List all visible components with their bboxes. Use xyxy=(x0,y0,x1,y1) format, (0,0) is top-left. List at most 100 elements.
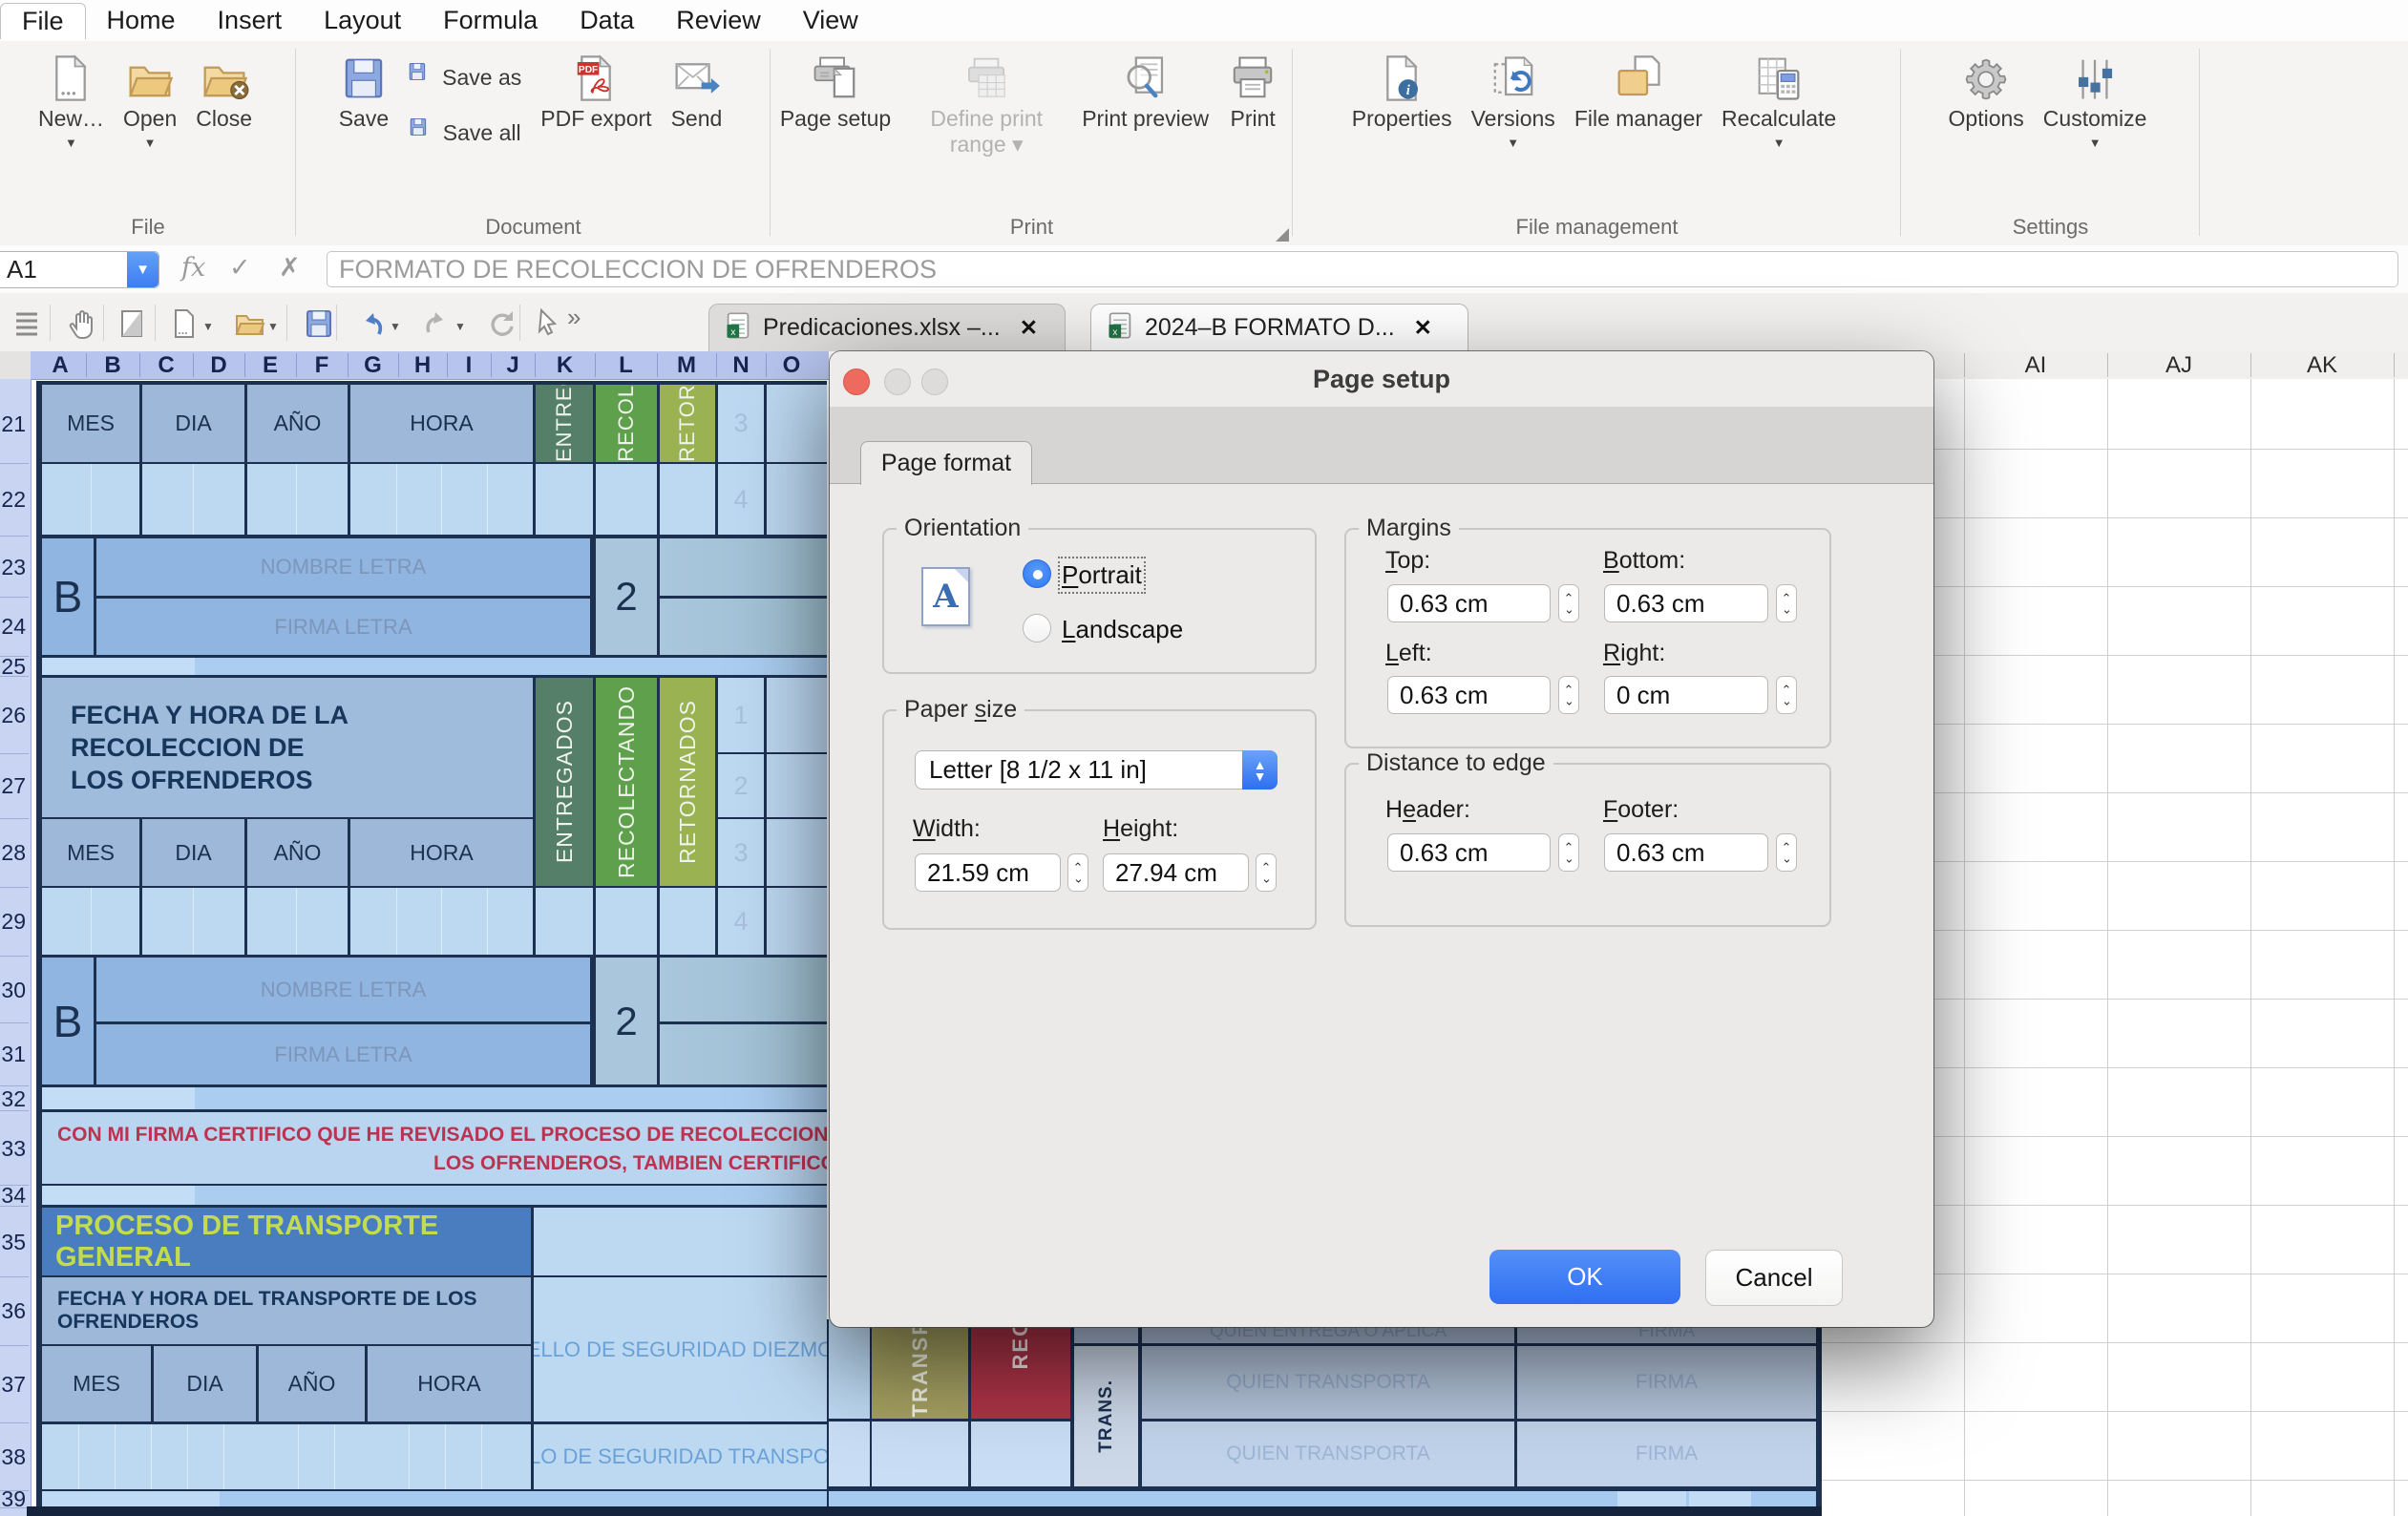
fx-icon[interactable]: fx xyxy=(181,253,205,283)
ribbon-button-file-manager[interactable]: File manager xyxy=(1567,47,1710,136)
empty-cell[interactable] xyxy=(767,819,827,886)
cancel-entry-icon[interactable]: ✗ xyxy=(279,253,301,283)
label-b-cell[interactable]: B xyxy=(42,958,94,1084)
ribbon-button-new-[interactable]: New…▼ xyxy=(31,47,112,154)
empty-cell[interactable] xyxy=(536,464,593,535)
spacer-row[interactable] xyxy=(42,1491,220,1506)
ribbon-button-versions[interactable]: Versions▼ xyxy=(1464,47,1563,154)
header-cell-AÑO[interactable]: AÑO xyxy=(259,1346,365,1421)
height-input[interactable]: 27.94 cm xyxy=(1103,853,1249,892)
menu-item-review[interactable]: Review xyxy=(655,3,782,39)
header-cell-MES[interactable]: MES xyxy=(42,385,139,462)
empty-cell[interactable] xyxy=(971,1421,1070,1486)
header-cell-AÑO[interactable]: AÑO xyxy=(247,385,348,462)
certification-text-cell[interactable]: CON MI FIRMA CERTIFICO QUE HE REVISADO E… xyxy=(42,1112,827,1184)
signature-right-cell[interactable] xyxy=(660,958,827,1084)
tab-page-format[interactable]: Page format xyxy=(860,441,1032,485)
header-cell-DIA[interactable]: DIA xyxy=(142,385,244,462)
empty-cell[interactable] xyxy=(534,1208,827,1275)
empty-cell[interactable] xyxy=(247,888,348,955)
cell-reference-box[interactable]: A1 ▼ xyxy=(0,251,159,288)
header-distance-stepper[interactable]: ⌃⌃ xyxy=(1558,833,1579,872)
rotated-header-recolectando[interactable]: RECOLECTANDO xyxy=(596,385,657,462)
fecha-transporte-cell[interactable]: FECHA Y HORA DEL TRANSPORTE DE LOS OFREN… xyxy=(42,1277,531,1344)
footer-distance-stepper[interactable]: ⌃⌃ xyxy=(1776,833,1797,872)
print-dialog-launcher-icon[interactable] xyxy=(1276,228,1289,242)
margin-bottom-stepper[interactable]: ⌃⌃ xyxy=(1776,584,1797,622)
dropdown-arrow-icon[interactable]: ▼ xyxy=(202,320,214,333)
menu-item-layout[interactable]: Layout xyxy=(303,3,422,39)
ribbon-button-save[interactable]: Save xyxy=(331,47,396,136)
formula-input[interactable]: FORMATO DE RECOLECCION DE OFRENDEROS xyxy=(327,251,2398,287)
ribbon-button-save-as[interactable]: Save as xyxy=(408,62,521,93)
empty-cell[interactable] xyxy=(767,678,827,752)
portrait-radio-label[interactable]: Portrait xyxy=(1062,560,1142,590)
empty-cell[interactable] xyxy=(829,1421,870,1486)
header-cell-HORA[interactable]: HORA xyxy=(368,1346,531,1421)
label-b-cell[interactable]: B xyxy=(42,538,94,655)
cell-reference-dropdown[interactable]: ▼ xyxy=(127,252,158,287)
paper-size-select[interactable]: Letter [8 1/2 x 11 in] ▲▼ xyxy=(915,750,1278,790)
number-2-cell[interactable]: 2 xyxy=(596,958,657,1084)
ribbon-button-recalculate[interactable]: Recalculate▼ xyxy=(1714,47,1844,154)
rotated-header-recolectando[interactable]: RECOLECTANDO xyxy=(596,678,657,886)
menu-item-file[interactable]: File xyxy=(0,3,86,39)
trans-label-cell[interactable]: TRANS. xyxy=(1074,1346,1138,1486)
number-2-cell[interactable]: 2 xyxy=(596,538,657,655)
dropdown-arrow-icon[interactable]: ▼ xyxy=(390,320,401,333)
empty-cell[interactable] xyxy=(596,464,657,535)
nombre-firma-cell[interactable]: NOMBRE LETRAFIRMA LETRA xyxy=(96,538,590,655)
save-floppy-icon[interactable] xyxy=(302,306,336,341)
width-input[interactable]: 21.59 cm xyxy=(915,853,1061,892)
pan-hand-icon[interactable] xyxy=(63,306,97,341)
empty-cell[interactable] xyxy=(596,888,657,955)
header-cell-HORA[interactable]: HORA xyxy=(350,819,533,886)
margin-right-stepper[interactable]: ⌃⌃ xyxy=(1776,676,1797,714)
header-cell-DIA[interactable]: DIA xyxy=(142,819,244,886)
nombre-firma-cell[interactable]: NOMBRE LETRAFIRMA LETRA xyxy=(96,958,590,1084)
number-cell[interactable]: 4 xyxy=(718,464,764,535)
quien-transporta-cell[interactable]: QUIEN TRANSPORTA xyxy=(1142,1346,1514,1419)
fecha-recoleccion-cell[interactable]: FECHA Y HORA DE LA RECOLECCION DELOS OFR… xyxy=(42,678,533,817)
margin-bottom-input[interactable]: 0.63 cm xyxy=(1604,584,1768,622)
ribbon-button-print[interactable]: Print xyxy=(1220,47,1285,136)
rotated-header-entregados[interactable]: ENTREGADOS xyxy=(536,385,593,462)
ribbon-button-save-all[interactable]: Save all xyxy=(409,117,521,148)
spacer-row[interactable] xyxy=(42,658,195,675)
dropdown-arrow-icon[interactable]: ▼ xyxy=(267,320,279,333)
rotated-header-retornados[interactable]: RETORNADOS xyxy=(660,385,715,462)
footer-distance-input[interactable]: 0.63 cm xyxy=(1604,833,1768,872)
empty-cell[interactable] xyxy=(872,1421,968,1486)
rotated-header-entregados[interactable]: ENTREGADOS xyxy=(536,678,593,886)
firma-cell[interactable]: FIRMA xyxy=(1517,1421,1816,1486)
margin-right-input[interactable]: 0 cm xyxy=(1604,676,1768,714)
signature-right-cell[interactable] xyxy=(660,538,827,655)
menu-item-view[interactable]: View xyxy=(782,3,879,39)
sello-diezmos-cell[interactable]: SELLO DE SEGURIDAD DIEZMOS xyxy=(534,1277,827,1421)
menu-item-insert[interactable]: Insert xyxy=(197,3,304,39)
ribbon-button-options[interactable]: Options xyxy=(1941,47,2032,136)
ribbon-button-properties[interactable]: iProperties xyxy=(1344,47,1460,136)
dropdown-arrow-icon[interactable]: ▼ xyxy=(454,320,466,333)
document-tab-2[interactable]: x2024–B FORMATO D...✕ xyxy=(1090,304,1468,351)
list-menu-icon[interactable] xyxy=(11,306,46,341)
cancel-button[interactable]: Cancel xyxy=(1705,1250,1843,1306)
ok-button[interactable]: OK xyxy=(1489,1250,1680,1304)
select-stepper-icon[interactable]: ▲▼ xyxy=(1242,750,1278,790)
landscape-radio[interactable] xyxy=(1023,614,1051,642)
undo-icon[interactable] xyxy=(355,306,390,341)
number-cell[interactable]: 1 xyxy=(718,678,764,752)
firma-cell[interactable]: FIRMA xyxy=(1517,1346,1816,1419)
menu-item-formula[interactable]: Formula xyxy=(422,3,559,39)
ribbon-button-page-setup[interactable]: Page setup xyxy=(772,47,898,136)
ribbon-button-customize[interactable]: Customize▼ xyxy=(2036,47,2155,154)
empty-cell[interactable] xyxy=(767,754,827,817)
overflow-chevrons-icon[interactable]: » xyxy=(567,303,581,332)
height-stepper[interactable]: ⌃⌃ xyxy=(1256,853,1277,892)
empty-cell[interactable] xyxy=(247,464,348,535)
accept-icon[interactable]: ✓ xyxy=(229,253,251,283)
spacer-row[interactable] xyxy=(1617,1491,1686,1506)
margin-top-stepper[interactable]: ⌃⌃ xyxy=(1558,584,1579,622)
menu-item-data[interactable]: Data xyxy=(559,3,655,39)
empty-cell[interactable] xyxy=(767,464,827,535)
